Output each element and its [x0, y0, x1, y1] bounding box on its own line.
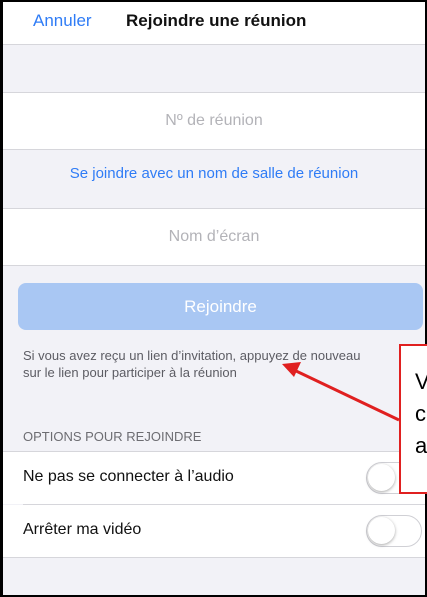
option-label-video: Arrêter ma vidéo: [23, 521, 142, 538]
meeting-id-field[interactable]: Nº de réunion: [3, 93, 425, 149]
join-meeting-screen: Annuler Rejoindre une réunion Nº de réun…: [3, 2, 425, 595]
cancel-button[interactable]: Annuler: [33, 11, 92, 31]
callout-line: c: [415, 401, 426, 426]
callout-line: a: [415, 433, 427, 458]
navigation-bar: Annuler Rejoindre une réunion: [3, 2, 425, 44]
callout-line: V: [415, 369, 427, 394]
screen-name-placeholder: Nom d’écran: [168, 228, 260, 245]
screen-name-field[interactable]: Nom d’écran: [3, 209, 425, 265]
option-label-audio: Ne pas se connecter à l’audio: [23, 468, 234, 485]
option-row-video: Arrêter ma vidéo: [3, 505, 425, 557]
join-options-header: OPTIONS POUR REJOINDRE: [23, 429, 202, 444]
join-by-room-name-link[interactable]: Se joindre avec un nom de salle de réuni…: [3, 165, 425, 182]
toggle-knob: [368, 517, 395, 544]
video-toggle[interactable]: [366, 515, 422, 547]
divider: [3, 265, 425, 266]
meeting-id-placeholder: Nº de réunion: [165, 112, 263, 129]
page-title: Rejoindre une réunion: [126, 11, 307, 30]
divider: [3, 44, 425, 45]
invitation-hint-text: Si vous avez reçu un lien d’invitation, …: [23, 348, 361, 380]
join-button[interactable]: Rejoindre: [18, 283, 423, 330]
toggle-knob: [368, 464, 395, 491]
annotation-callout-box: V c a: [399, 344, 427, 494]
divider: [3, 149, 425, 150]
divider: [3, 557, 425, 558]
option-row-audio: Ne pas se connecter à l’audio: [3, 452, 425, 504]
